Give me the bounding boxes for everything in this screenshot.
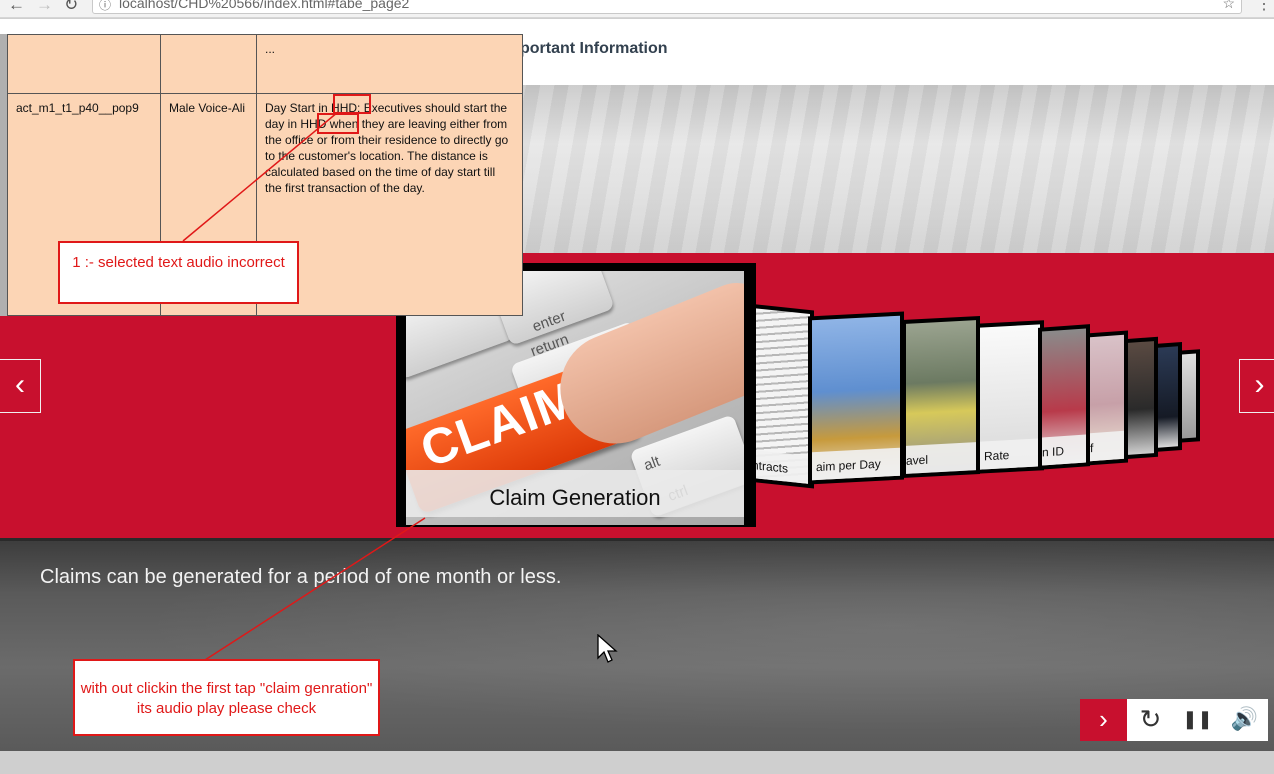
carousel-card-label: Claim Generation [489, 485, 661, 510]
carousel-card-label: Rate [980, 438, 1040, 470]
carousel-card-claim-per-day[interactable]: aim per Day [808, 311, 904, 485]
carousel-card-last[interactable] [1178, 349, 1200, 443]
carousel-card-business[interactable] [1124, 336, 1158, 460]
carousel-card-f[interactable]: f [1086, 330, 1128, 466]
pause-button[interactable]: ❚❚ [1174, 699, 1221, 741]
carousel-card-label: aim per Day [812, 447, 900, 481]
mouse-cursor-icon [597, 634, 618, 663]
volume-icon: 🔊 [1230, 706, 1259, 731]
media-controls: › ↻ ❚❚ 🔊 [1080, 699, 1268, 741]
url-text: localhost/CHD%20566/index.html#tabe_page… [119, 0, 410, 11]
carousel-prev-button[interactable]: ‹ [0, 359, 41, 413]
truncated-text: ... [265, 42, 276, 56]
footer-strip [0, 751, 1274, 774]
page-title: portant Information [520, 40, 668, 57]
highlight-box-hhd-2 [317, 113, 359, 134]
screen: ← → ↻ ⓘ localhost/CHD%20566/index.html#t… [0, 0, 1274, 774]
chevron-right-icon: › [1254, 368, 1265, 401]
carousel-card-contracts[interactable]: ntracts [748, 303, 814, 489]
next-slide-button[interactable]: › [1080, 699, 1127, 741]
browser-toolbar: ← → ↻ ⓘ localhost/CHD%20566/index.html#t… [0, 0, 1274, 18]
back-icon[interactable]: ← [8, 0, 25, 14]
carousel-card-travel[interactable]: avel [902, 315, 980, 479]
annotation-note-2: with out clickin the first tap "claim ge… [73, 659, 380, 736]
carousel-card-id[interactable]: n ID [1038, 324, 1090, 470]
reload-icon[interactable]: ↻ [64, 0, 78, 14]
table-cell: ... [256, 34, 523, 94]
annotation-note-1: 1 :- selected text audio incorrect [58, 241, 299, 304]
volume-button[interactable]: 🔊 [1221, 699, 1268, 741]
pause-icon: ❚❚ [1182, 709, 1213, 729]
carousel-card-label: n ID [1042, 434, 1086, 466]
address-bar[interactable]: ⓘ localhost/CHD%20566/index.html#tabe_pa… [92, 0, 1242, 14]
bookmark-star-icon[interactable]: ☆ [1222, 0, 1235, 13]
highlight-box-hhd-1 [333, 94, 371, 114]
carousel-card-label: avel [906, 442, 976, 474]
table-row: ... [7, 34, 523, 94]
table-cell [7, 34, 161, 94]
chevron-left-icon: ‹ [15, 368, 25, 401]
chevron-right-icon: › [1099, 704, 1108, 734]
info-icon[interactable]: ⓘ [99, 0, 111, 13]
carousel-card-rate[interactable]: Rate [976, 320, 1044, 474]
carousel-card-label: f [1090, 430, 1124, 462]
carousel-next-button[interactable]: › [1239, 359, 1274, 413]
forward-icon[interactable]: → [36, 0, 53, 14]
replay-icon: ↻ [1139, 704, 1162, 734]
browser-menu-icon[interactable]: ⋮ [1256, 0, 1272, 14]
carousel-card-label: ntracts [752, 449, 810, 485]
slide-caption: Claims can be generated for a period of … [40, 566, 562, 588]
replay-button[interactable]: ↻ [1127, 699, 1174, 741]
table-cell [160, 34, 257, 94]
